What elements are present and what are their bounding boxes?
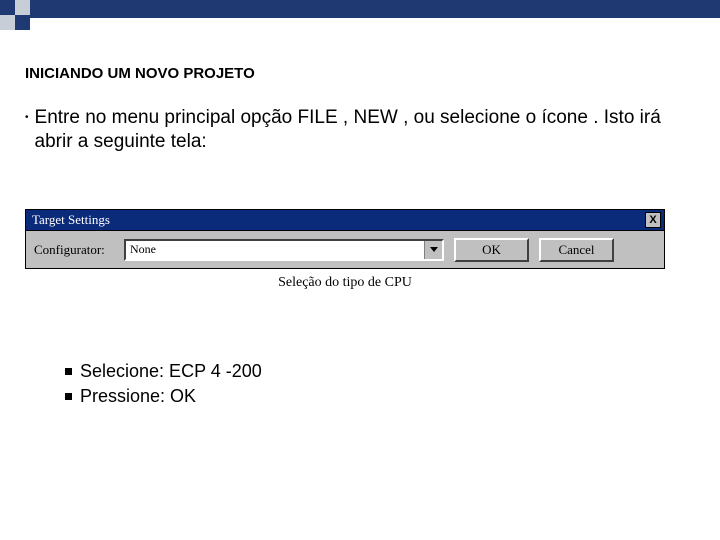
ok-button[interactable]: OK: [454, 238, 529, 262]
configurator-label: Configurator:: [34, 242, 114, 258]
dialog-title: Target Settings: [32, 212, 110, 228]
dropdown-value: None: [126, 242, 156, 257]
dialog-caption: Seleção do tipo de CPU: [25, 275, 665, 291]
intro-text: Entre no menu principal opção FILE , NEW…: [35, 106, 695, 154]
intro-bullet: • Entre no menu principal opção FILE , N…: [25, 106, 695, 154]
page-title: INICIANDO UM NOVO PROJETO: [25, 65, 695, 82]
dialog-screenshot: Target Settings X Configurator: None OK …: [25, 209, 665, 291]
dialog-body: Configurator: None OK Cancel: [25, 231, 665, 269]
square-bullet-icon: [65, 368, 72, 375]
decor-squares: [0, 0, 30, 30]
square-bullet-icon: [65, 393, 72, 400]
bullet-icon: •: [25, 106, 29, 130]
close-button[interactable]: X: [645, 212, 661, 228]
configurator-dropdown[interactable]: None: [124, 239, 444, 261]
sub-item-1: Selecione: ECP 4 -200: [80, 361, 262, 382]
slide-header-decor: [0, 0, 720, 30]
cancel-button[interactable]: Cancel: [539, 238, 614, 262]
list-item: Selecione: ECP 4 -200: [65, 361, 695, 382]
sub-bullet-list: Selecione: ECP 4 -200 Pressione: OK: [65, 361, 695, 407]
sub-item-2: Pressione: OK: [80, 386, 196, 407]
decor-bar: [30, 0, 720, 18]
dialog-titlebar: Target Settings X: [25, 209, 665, 231]
list-item: Pressione: OK: [65, 386, 695, 407]
chevron-down-icon[interactable]: [424, 241, 442, 259]
